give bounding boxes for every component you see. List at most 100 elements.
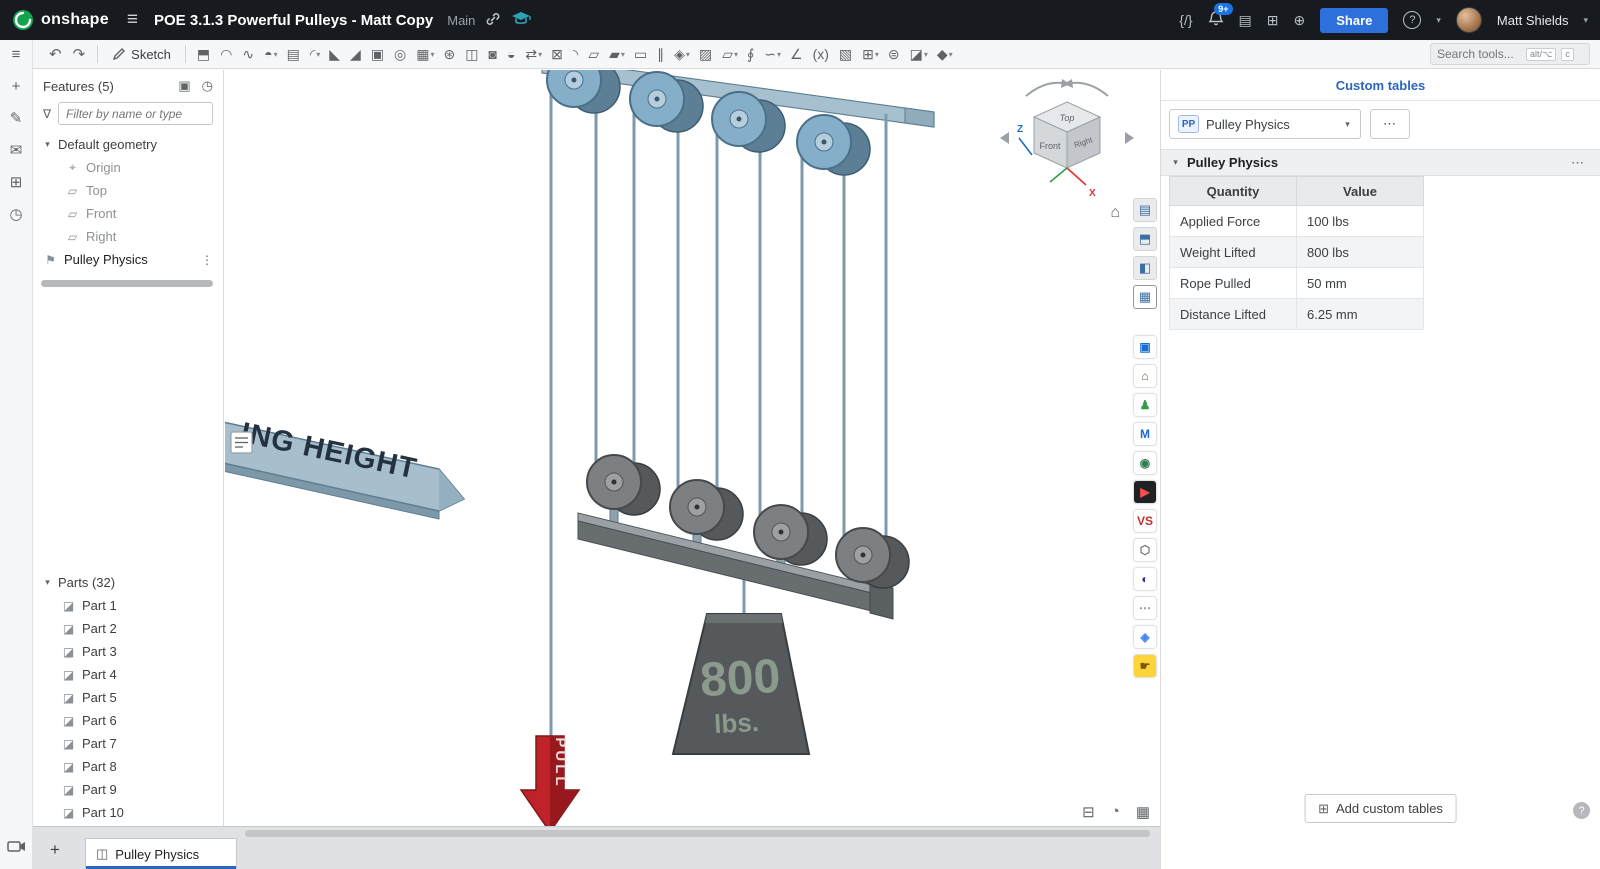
split-icon[interactable]: ◒ (503, 42, 520, 66)
revolve-icon[interactable]: ◠ (216, 42, 237, 66)
plane-icon[interactable]: ▱ ▾ (718, 42, 742, 66)
modify-fillet-icon[interactable]: ◝ (569, 42, 583, 66)
draft-icon[interactable]: ◢ (346, 42, 366, 66)
undo-button[interactable]: ↶ (44, 45, 67, 63)
tree-item-right-plane[interactable]: ▱ Right (33, 225, 223, 248)
belt-icon[interactable]: ⊜ (884, 42, 905, 66)
search-tools-input[interactable] (1437, 47, 1521, 61)
app-icon-printer-brown[interactable]: ⌂ (1133, 364, 1157, 388)
onshape-logo[interactable]: onshape (12, 9, 109, 31)
history-icon[interactable]: ◷ (9, 207, 22, 223)
tree-item-top-plane[interactable]: ▱ Top (33, 179, 223, 202)
features-scrollbar[interactable] (41, 280, 213, 287)
tree-node-default-geometry[interactable]: ▾ Default geometry (33, 133, 223, 156)
app-icon-cube-gray[interactable]: ⬡ (1133, 538, 1157, 562)
app-icon-camera-green[interactable]: ◉ (1133, 451, 1157, 475)
screen-capture-icon[interactable] (7, 839, 26, 857)
thicken-icon[interactable]: ▤ (283, 42, 305, 66)
sheet-metal-icon[interactable]: ▧ (835, 42, 857, 66)
markup-icon[interactable]: ✎ (10, 111, 23, 127)
panel-tab-structure-icon[interactable]: ▤ (1133, 198, 1157, 222)
grid-settings-icon[interactable]: ▦ (1136, 803, 1150, 821)
tab-pulley-physics[interactable]: ◫ Pulley Physics (85, 838, 237, 869)
weight-800lbs[interactable]: 800 lbs. (673, 614, 809, 754)
help-caret-icon[interactable]: ▾ (1436, 15, 1441, 26)
part-list-item[interactable]: ◪ Part 8 (33, 755, 223, 778)
new-folder-icon[interactable]: ▣ (178, 78, 190, 94)
boolean-icon[interactable]: ◙ (484, 42, 501, 66)
tree-item-pulley-physics-feature[interactable]: ⚑ Pulley Physics ⋮ (33, 248, 223, 271)
fillet-icon[interactable]: ◜ ▾ (306, 42, 324, 66)
chamfer-icon[interactable]: ◣ (325, 42, 345, 66)
part-list-item[interactable]: ◪ Part 7 (33, 732, 223, 755)
table-options-button[interactable]: ⋯ (1370, 109, 1410, 139)
mirror-icon[interactable]: ◫ (461, 42, 483, 66)
height-sign[interactable]: ING HEIGHT (225, 417, 464, 519)
app-icon-map-pin[interactable]: ◈ (1133, 625, 1157, 649)
link-icon[interactable] (485, 11, 501, 30)
user-name[interactable]: Matt Shields (1497, 13, 1569, 28)
part-list-item[interactable]: ◪ Part 10 (33, 801, 223, 824)
annotation-marker-icon[interactable] (231, 432, 252, 453)
hole-icon[interactable]: ◎ (390, 42, 411, 66)
part-list-item[interactable]: ◪ Part 2 (33, 617, 223, 640)
redo-button[interactable]: ↷ (68, 45, 91, 63)
table-selector-dropdown[interactable]: PP Pulley Physics ▾ (1169, 109, 1361, 139)
app-icon-vs[interactable]: VS (1133, 509, 1157, 533)
variables-icon[interactable]: (x) (809, 42, 834, 66)
part-list-item[interactable]: ◪ Part 4 (33, 663, 223, 686)
part-list-item[interactable]: ◪ Part 5 (33, 686, 223, 709)
app-icon-m-blue[interactable]: M (1133, 422, 1157, 446)
feature-slider-icon[interactable]: ⋮ (201, 253, 213, 267)
tab-bar-scrollbar[interactable] (245, 830, 1150, 837)
replace-face-icon[interactable]: ▭ (630, 42, 652, 66)
sketch-button[interactable]: Sketch (105, 47, 178, 62)
add-tab-button[interactable]: + (43, 840, 67, 860)
caret-icon[interactable]: ▾ (43, 139, 52, 150)
search-tools-box[interactable]: alt/⌥ c (1430, 43, 1590, 65)
user-avatar[interactable] (1456, 7, 1482, 33)
app-icon-cad-blue[interactable]: ▣ (1133, 335, 1157, 359)
panel-structure-icon[interactable]: ≡ (12, 47, 21, 63)
tree-item-front-plane[interactable]: ▱ Front (33, 202, 223, 225)
orbit-right-arrow[interactable] (1125, 132, 1134, 144)
panel-tab-custom-tables-icon[interactable]: ▦ (1133, 285, 1157, 309)
rollback-icon[interactable]: ◷ (202, 78, 213, 94)
3d-viewport[interactable]: 800 lbs. PULL ING HEIGHT (225, 70, 1160, 826)
view-cube[interactable]: Top Front Right Z X (992, 76, 1142, 208)
delete-face-icon[interactable]: ▱ (584, 42, 604, 66)
app-icon-person-green[interactable]: ♟ (1133, 393, 1157, 417)
insert-item-icon[interactable]: + (12, 79, 21, 95)
appearance-icon[interactable]: ◆ ▾ (933, 42, 957, 66)
offset-surface-icon[interactable]: ∥ (653, 42, 669, 66)
circular-pattern-icon[interactable]: ⊛ (440, 42, 461, 66)
apps-icon[interactable]: ⊞ (1267, 12, 1279, 29)
part-list-item[interactable]: ◪ Part 1 (33, 594, 223, 617)
snapshot-icon[interactable]: ⊟ (1082, 803, 1095, 821)
caret-icon[interactable]: ▾ (43, 577, 52, 588)
tree-item-origin[interactable]: ⌖ Origin (33, 156, 223, 179)
extrude-icon[interactable]: ⬒ (193, 42, 215, 66)
part-list-item[interactable]: ◪ Part 6 (33, 709, 223, 732)
sweep-icon[interactable]: ∿ (238, 42, 259, 66)
loft-icon[interactable]: ◓ ▾ (260, 42, 281, 66)
orbit-left-arrow[interactable] (1000, 132, 1009, 144)
user-menu-caret-icon[interactable]: ▾ (1583, 15, 1588, 26)
feature-filter-input[interactable] (58, 102, 213, 125)
learning-center-icon[interactable] (511, 11, 531, 30)
comments-icon[interactable]: ✉ (10, 143, 23, 159)
shell-icon[interactable]: ▣ (367, 42, 389, 66)
notifications-icon[interactable]: 9+ (1208, 10, 1224, 30)
section-caret-icon[interactable]: ▾ (1171, 157, 1180, 168)
panel-tab-properties-icon[interactable]: ◧ (1133, 256, 1157, 280)
boundary-surface-icon[interactable]: ◈ ▾ (670, 42, 694, 66)
featurescript-icon[interactable]: {/} (1179, 12, 1192, 28)
measure-icon[interactable]: ∠ (786, 42, 808, 66)
section-view-icon[interactable]: ◪ ▾ (906, 42, 932, 66)
move-face-icon[interactable]: ▰ ▾ (605, 42, 629, 66)
panel-help-icon[interactable]: ? (1573, 802, 1590, 819)
app-icon-chat[interactable]: ⋯ (1133, 596, 1157, 620)
section-menu-icon[interactable]: ⋯ (1571, 155, 1584, 171)
app-icon-hand-yellow[interactable]: ☛ (1133, 654, 1157, 678)
transform-icon[interactable]: ⇄ ▾ (521, 42, 546, 66)
